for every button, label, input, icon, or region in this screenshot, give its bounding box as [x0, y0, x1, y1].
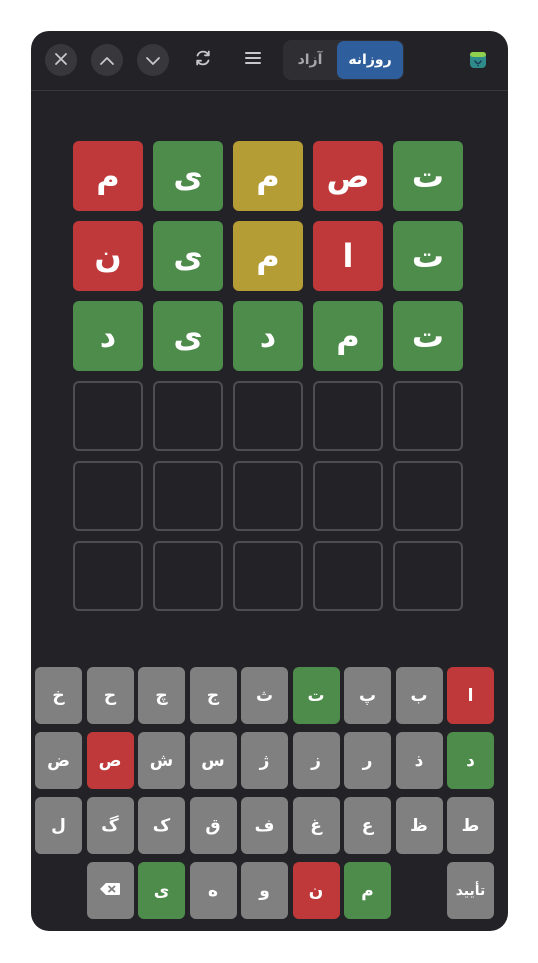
empty-tile	[393, 541, 463, 611]
empty-tile	[313, 461, 383, 531]
empty-tile	[313, 381, 383, 451]
menu-button[interactable]	[237, 44, 269, 76]
empty-tile	[393, 381, 463, 451]
letter-tile: د	[233, 301, 303, 371]
letter-key[interactable]: ص	[86, 732, 134, 789]
empty-tile	[73, 541, 143, 611]
letter-key[interactable]: ح	[86, 667, 134, 724]
empty-tile	[153, 541, 223, 611]
letter-key[interactable]: ک	[138, 797, 185, 854]
letter-key[interactable]: ظ	[395, 797, 443, 854]
chevron-up-icon	[99, 51, 115, 70]
letter-key[interactable]: ض	[35, 732, 82, 789]
refresh-button[interactable]	[187, 44, 219, 76]
close-button[interactable]	[45, 44, 77, 76]
letter-key[interactable]: گ	[86, 797, 134, 854]
letter-key[interactable]: ژ	[241, 732, 288, 789]
letter-key[interactable]: ر	[344, 732, 391, 789]
letter-key[interactable]: ی	[138, 862, 185, 919]
letter-key[interactable]: ل	[35, 797, 82, 854]
letter-tile: م	[313, 301, 383, 371]
mode-tabs: آزاد روزانه	[283, 40, 404, 80]
keyboard: ا ب پ ت ث ج چ ح خ د ذ ر ز ژ س ش ص ض ط ظ ع غ ف ق ک گ ل تأیید م ن و ه ی	[35, 667, 504, 927]
letter-key[interactable]: ن	[292, 862, 340, 919]
empty-tile	[233, 541, 303, 611]
empty-tile	[73, 381, 143, 451]
letter-key[interactable]: ب	[395, 667, 443, 724]
letter-key[interactable]: و	[241, 862, 288, 919]
empty-tile	[313, 541, 383, 611]
letter-key[interactable]: م	[344, 862, 391, 919]
letter-tile: م	[73, 141, 143, 211]
enter-key[interactable]: تأیید	[447, 862, 494, 919]
letter-tile: ی	[153, 301, 223, 371]
letter-key[interactable]: ا	[447, 667, 494, 724]
letter-tile: م	[233, 141, 303, 211]
letter-key[interactable]: چ	[138, 667, 185, 724]
collapse-button[interactable]	[91, 44, 123, 76]
game-board: تصمیمتامینتمدید	[73, 141, 465, 611]
header-bar: آزاد روزانه	[31, 31, 508, 91]
letter-key[interactable]: ت	[292, 667, 340, 724]
chevron-down-icon	[145, 51, 161, 70]
letter-key[interactable]: س	[189, 732, 237, 789]
empty-tile	[393, 461, 463, 531]
letter-key[interactable]: ط	[447, 797, 494, 854]
letter-key[interactable]: ث	[241, 667, 288, 724]
letter-key[interactable]: ف	[241, 797, 288, 854]
empty-tile	[233, 381, 303, 451]
letter-tile: ا	[313, 221, 383, 291]
letter-key[interactable]: خ	[35, 667, 82, 724]
letter-key[interactable]: ش	[138, 732, 185, 789]
close-icon	[54, 51, 68, 70]
letter-key[interactable]: ز	[292, 732, 340, 789]
tab-daily[interactable]: روزانه	[337, 41, 403, 79]
letter-tile: ت	[393, 141, 463, 211]
empty-tile	[153, 381, 223, 451]
letter-tile: ی	[153, 221, 223, 291]
empty-tile	[233, 461, 303, 531]
letter-key[interactable]: پ	[344, 667, 391, 724]
letter-tile: ت	[393, 221, 463, 291]
letter-key[interactable]: غ	[292, 797, 340, 854]
letter-tile: ی	[153, 141, 223, 211]
refresh-icon	[193, 48, 213, 72]
tab-free[interactable]: آزاد	[283, 41, 337, 79]
letter-key[interactable]: ذ	[395, 732, 443, 789]
letter-key[interactable]: د	[447, 732, 494, 789]
letter-tile: م	[233, 221, 303, 291]
backspace-icon	[99, 881, 121, 901]
app-icon	[469, 51, 487, 69]
game-window: آزاد روزانه تصمیمتامینتمدید ابپتثجچحخدذر…	[31, 31, 508, 931]
menu-icon	[244, 50, 262, 70]
empty-tile	[73, 461, 143, 531]
letter-key[interactable]: ع	[344, 797, 391, 854]
empty-tile	[153, 461, 223, 531]
letter-tile: ن	[73, 221, 143, 291]
backspace-key[interactable]	[86, 862, 134, 919]
letter-key[interactable]: ه	[189, 862, 237, 919]
letter-tile: ص	[313, 141, 383, 211]
letter-tile: ت	[393, 301, 463, 371]
expand-button[interactable]	[137, 44, 169, 76]
letter-tile: د	[73, 301, 143, 371]
letter-key[interactable]: ق	[189, 797, 237, 854]
letter-key[interactable]: ج	[189, 667, 237, 724]
